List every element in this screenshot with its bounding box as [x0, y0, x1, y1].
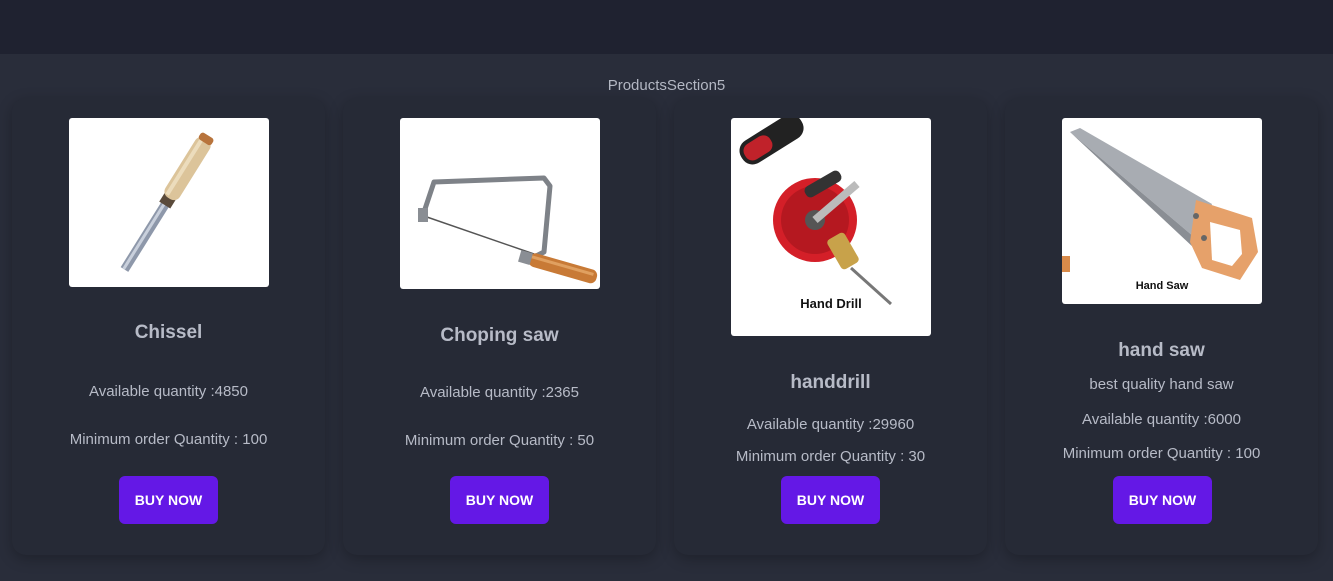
buy-now-button[interactable]: BUY NOW: [119, 476, 218, 524]
buy-now-button[interactable]: BUY NOW: [781, 476, 880, 524]
available-quantity: Available quantity :4850: [88, 383, 248, 400]
minimum-order-quantity: Minimum order Quantity : 30: [735, 448, 926, 465]
product-card-hand-saw: Hand Saw hand saw best quality hand saw …: [1005, 98, 1318, 555]
product-description: best quality hand saw: [1089, 376, 1234, 393]
top-navbar: [0, 0, 1333, 54]
product-name: Chissel: [134, 322, 203, 343]
chisel-image: [69, 118, 269, 287]
minimum-order-quantity: Minimum order Quantity : 100: [1062, 445, 1261, 462]
available-quantity: Available quantity :2365: [419, 384, 579, 401]
product-name: hand saw: [1118, 340, 1205, 361]
minimum-order-quantity: Minimum order Quantity : 100: [69, 431, 268, 448]
product-card-handdrill: Hand Drill handdrill Available quantity …: [674, 98, 987, 555]
hand-saw-image: Hand Saw: [1062, 118, 1262, 304]
product-card-chissel: Chissel Available quantity :4850 Minimum…: [12, 98, 325, 555]
coping-saw-image: [400, 118, 600, 289]
section-title: ProductsSection5: [607, 77, 726, 94]
available-quantity: Available quantity :29960: [746, 416, 915, 433]
hand-drill-image-label: Hand Drill: [800, 296, 862, 311]
product-card-choping-saw: Choping saw Available quantity :2365 Min…: [343, 98, 656, 555]
buy-now-button[interactable]: BUY NOW: [450, 476, 549, 524]
minimum-order-quantity: Minimum order Quantity : 50: [404, 432, 595, 449]
hand-drill-image: Hand Drill: [731, 118, 931, 336]
buy-now-button[interactable]: BUY NOW: [1113, 476, 1212, 524]
product-name: Choping saw: [440, 325, 559, 346]
hand-saw-image-label: Hand Saw: [1135, 280, 1189, 292]
product-name: handdrill: [790, 372, 871, 393]
available-quantity: Available quantity :6000: [1081, 411, 1241, 428]
